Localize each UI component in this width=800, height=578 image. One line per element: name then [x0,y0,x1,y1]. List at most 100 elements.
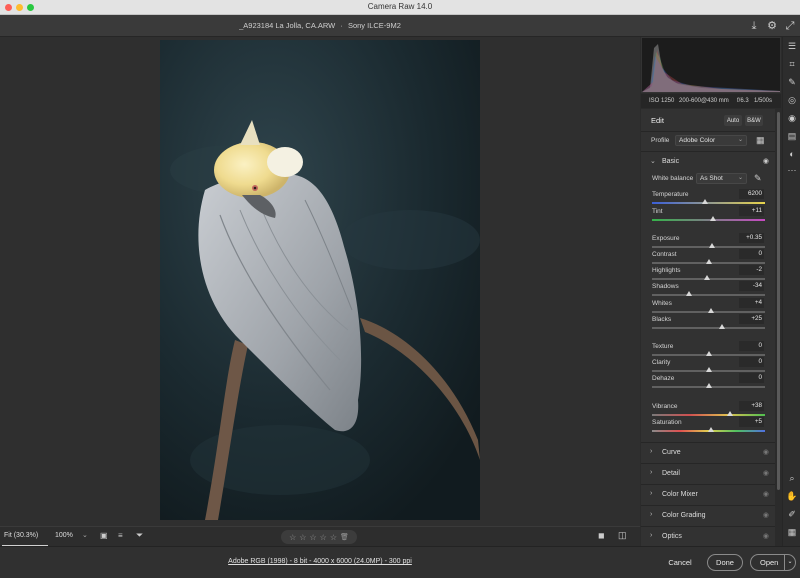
slider-value-field[interactable]: 6200 [739,189,764,199]
slider-thumb[interactable] [719,324,726,329]
workflow-options-link[interactable]: Adobe RGB (1998) - 8 bit - 4000 x 6000 (… [0,558,640,565]
section-header-curve[interactable]: › Curve ◉ [641,442,775,462]
slider-value-field[interactable]: +4 [739,298,764,308]
hand-tool-icon[interactable]: ✋ [785,489,799,503]
before-after-icon[interactable]: ◫ [618,530,627,541]
slider-thumb[interactable] [705,367,712,372]
slider-thumb[interactable] [705,383,712,388]
slider-thumb[interactable] [710,216,717,221]
trash-icon[interactable]: 🗑 [340,533,349,541]
edit-sliders-icon[interactable]: ☰ [785,39,799,53]
slider-label: Texture [652,343,674,350]
open-button[interactable]: Open ⌄ [750,554,796,571]
chevron-down-icon: ⌄ [737,175,743,181]
snapshots-icon[interactable]: ▤ [785,129,799,143]
settings-gear-icon[interactable]: ⚙ [765,19,779,33]
slider-value-field[interactable]: +25 [739,314,764,324]
file-header: _A923184 La Jolla, CA.ARW · Sony ILCE-9M… [0,15,800,37]
fullscreen-icon[interactable]: ⤢ [783,19,797,33]
slider-value-field[interactable]: -2 [739,265,764,275]
eyedropper-icon[interactable]: ✎ [754,173,762,184]
open-options-chevron-icon[interactable]: ⌄ [784,555,795,570]
image-canvas[interactable] [0,37,640,526]
section-title: Color Mixer [662,491,698,498]
slider-track[interactable] [652,414,765,416]
section-header-detail[interactable]: › Detail ◉ [641,463,775,483]
camera-info-bar: ISO 1250 200-600@430 mm f/6.3 1/500s [641,94,781,108]
slider-row-shadows: Shadows -34 [641,281,775,299]
eye-icon[interactable]: ◉ [763,532,769,540]
section-header-optics[interactable]: › Optics ◉ [641,526,775,546]
star-icon[interactable]: ☆ [320,533,327,542]
section-header-color-grading[interactable]: › Color Grading ◉ [641,505,775,525]
star-rating[interactable]: ☆ ☆ ☆ ☆ ☆ 🗑 [281,530,357,544]
section-title: Optics [662,533,682,540]
slider-thumb[interactable] [702,199,709,204]
slider-value-field[interactable]: +0.35 [739,233,764,243]
eye-icon[interactable]: ◉ [763,469,769,477]
cancel-button[interactable]: Cancel [660,554,700,571]
save-image-icon[interactable]: ⤓ [747,19,761,33]
section-header-color-mixer[interactable]: › Color Mixer ◉ [641,484,775,504]
iso-value: ISO 1250 [649,98,675,104]
eye-icon[interactable]: ◉ [763,490,769,498]
star-icon[interactable]: ☆ [309,533,316,542]
star-icon[interactable]: ☆ [299,533,306,542]
slider-thumb[interactable] [708,243,715,248]
slider-thumb[interactable] [705,259,712,264]
divider [641,131,775,132]
profile-browser-icon[interactable]: ▦ [756,135,765,146]
red-eye-icon[interactable]: ◉ [785,111,799,125]
slider-value-field[interactable]: +11 [739,206,764,216]
auto-button[interactable]: Auto [724,115,742,126]
sampler-tool-icon[interactable]: ✐ [785,507,799,521]
panel-scroll-thumb[interactable] [777,112,780,490]
done-button[interactable]: Done [707,554,743,571]
zoom-level-button[interactable]: 100% [55,532,73,539]
slider-thumb[interactable] [707,427,714,432]
eye-icon[interactable]: ◉ [763,157,769,165]
slider-thumb[interactable] [726,411,733,416]
profile-dropdown[interactable]: Adobe Color ⌄ [675,135,747,146]
eye-icon[interactable]: ◉ [763,448,769,456]
slider-value-field[interactable]: +5 [739,417,764,427]
slider-thumb[interactable] [707,308,714,313]
slider-track[interactable] [652,294,765,296]
slider-value-field[interactable]: 0 [739,357,764,367]
more-options-icon[interactable]: ··· [785,163,799,177]
bw-button[interactable]: B&W [745,115,763,126]
slider-value-field[interactable]: 0 [739,373,764,383]
zoom-dropdown-chevron-icon[interactable]: ⌄ [82,531,88,539]
slider-thumb[interactable] [705,351,712,356]
slider-label: Contrast [652,251,677,258]
crop-icon[interactable]: ⌗ [785,57,799,71]
healing-brush-icon[interactable]: ✎ [785,75,799,89]
basic-section-header[interactable]: ⌄ Basic ◉ [641,151,775,171]
slider-value-field[interactable]: 0 [739,341,764,351]
slider-track[interactable] [652,202,765,204]
grid-overlay-icon[interactable]: ▦ [785,525,799,539]
sort-icon[interactable]: ≡ [118,531,123,540]
slider-track[interactable] [652,219,765,221]
filmstrip-toggle-icon[interactable]: ◼ [598,531,605,540]
white-balance-dropdown[interactable]: As Shot ⌄ [696,173,747,184]
section-title: Color Grading [662,512,706,519]
slider-label: Dehaze [652,375,675,382]
zoom-tool-icon[interactable]: ⌕ [785,471,799,485]
slider-track[interactable] [652,327,765,329]
slider-value-field[interactable]: -34 [739,281,764,291]
slider-thumb[interactable] [704,275,711,280]
slider-value-field[interactable]: +38 [739,401,764,411]
masking-icon[interactable]: ◎ [785,93,799,107]
star-icon[interactable]: ☆ [330,533,337,542]
fit-zoom-button[interactable]: Fit (30.3%) [4,532,38,539]
slider-value-field[interactable]: 0 [739,249,764,259]
presets-icon[interactable]: ◐ [785,147,799,161]
eye-icon[interactable]: ◉ [763,511,769,519]
histogram [641,37,781,93]
image-thumbnail-icon[interactable]: ▣ [100,531,108,540]
slider-thumb[interactable] [686,291,693,296]
section-title: Detail [662,470,680,477]
filter-icon[interactable]: ⏷ [136,530,143,541]
star-icon[interactable]: ☆ [289,533,296,542]
